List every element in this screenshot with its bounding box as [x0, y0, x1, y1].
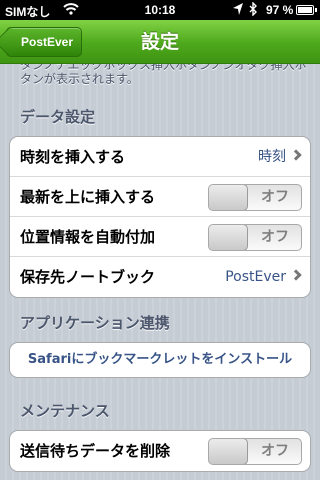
row-value: 時刻: [258, 149, 286, 165]
section-header-app-integration: アプリケーション連携: [20, 314, 170, 332]
row-delete-pending: 送信待ちデータを削除 オフ: [10, 431, 310, 471]
row-value: PostEver: [225, 269, 286, 285]
toggle-state-label: オフ: [261, 443, 289, 459]
toggle-state-label: オフ: [261, 229, 289, 245]
description-line-1: タンノナエックホックス挿入ホタンノンオタク挿入ホ: [20, 64, 307, 72]
scrolled-description-text: タンノナエックホックス挿入ホタンノンオタク挿入ホ タンが表示されます。: [20, 64, 310, 94]
row-insert-top: 最新を上に挿入する オフ: [10, 177, 310, 217]
row-label: 最新を上に挿入する: [20, 188, 156, 206]
toggle-knob: [209, 185, 248, 210]
back-button[interactable]: PostEver: [6, 27, 82, 57]
section-header-data-settings: データ設定: [20, 108, 96, 126]
delete-pending-toggle[interactable]: オフ: [208, 438, 302, 465]
install-bookmarklet-button[interactable]: Safariにブックマークレットをインストール: [10, 343, 310, 377]
row-insert-time[interactable]: 時刻を挿入する 時刻: [10, 137, 310, 177]
chevron-right-icon: [290, 269, 302, 281]
navigation-bar: 設定 PostEver: [0, 20, 320, 64]
battery-icon: [296, 5, 317, 15]
row-label: 保存先ノートブック: [20, 268, 156, 286]
toggle-knob: [209, 225, 248, 250]
toggle-state-label: オフ: [261, 189, 289, 205]
description-line-2: タンが表示されます。: [20, 72, 139, 86]
status-bar: SIMなし 10:18 97 %: [0, 0, 320, 20]
back-button-label: PostEver: [21, 35, 74, 49]
chevron-right-icon: [290, 149, 302, 161]
section-header-maintenance: メンテナンス: [20, 402, 110, 420]
toggle-knob: [209, 439, 248, 464]
row-label: 時刻を挿入する: [20, 148, 126, 166]
insert-top-toggle[interactable]: オフ: [208, 184, 302, 211]
bluetooth-icon: [248, 1, 258, 19]
app-integration-group: Safariにブックマークレットをインストール: [9, 342, 311, 378]
battery-percent: 97 %: [266, 3, 294, 17]
row-label: 位置情報を自動付加: [20, 228, 156, 246]
data-settings-group: 時刻を挿入する 時刻 最新を上に挿入する オフ 位置情報を自動付加 オフ 保存先…: [9, 136, 311, 298]
row-label: 送信待ちデータを削除: [20, 442, 171, 460]
auto-location-toggle[interactable]: オフ: [208, 224, 302, 251]
row-auto-location: 位置情報を自動付加 オフ: [10, 217, 310, 257]
maintenance-group: 送信待ちデータを削除 オフ: [9, 430, 311, 472]
row-notebook[interactable]: 保存先ノートブック PostEver: [10, 257, 310, 297]
location-arrow-icon: [232, 2, 244, 19]
